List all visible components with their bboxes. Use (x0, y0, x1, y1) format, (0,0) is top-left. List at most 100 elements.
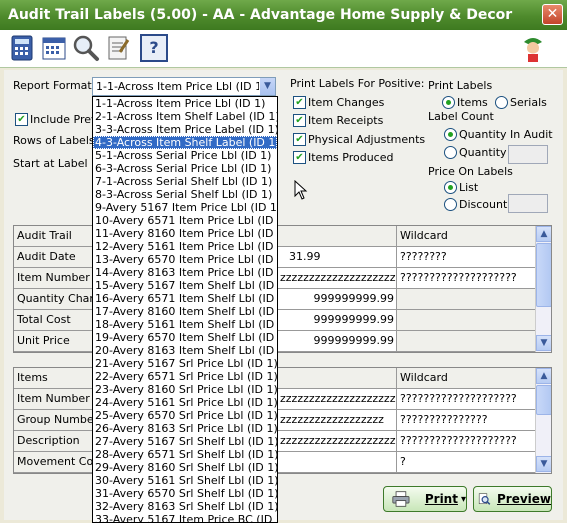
grid-row-name: Item Number (14, 389, 94, 410)
dropdown-option[interactable]: 9-Avery 5167 Item Price Lbl (ID 1) (93, 201, 277, 214)
quantity-radio-label: Quantity (459, 146, 507, 159)
grid-row-name: Quantity Chang (14, 289, 94, 310)
report-format-select[interactable]: 1-1-Across Item Price Lbl (ID 1) ▼ (92, 77, 276, 96)
quantity-radio[interactable] (444, 146, 457, 159)
dropdown-option[interactable]: 33-Avery 5167 Item Price BC (ID 1) (93, 513, 277, 522)
item-receipts-label: Item Receipts (308, 114, 384, 127)
grid-cell-wildcard[interactable]: ???????????????????? (397, 431, 536, 452)
items-radio-label: Items (457, 96, 488, 109)
preview-button[interactable]: Preview (473, 486, 552, 512)
items-radio[interactable] (442, 96, 455, 109)
discount-radio[interactable] (444, 198, 457, 211)
dropdown-option[interactable]: 27-Avery 5167 Srl Shelf Lbl (ID 1) (93, 435, 277, 448)
dropdown-option[interactable]: 16-Avery 6571 Item Shelf Lbl (ID 1) (93, 292, 277, 305)
dropdown-option[interactable]: 21-Avery 5167 Srl Price Lbl (ID 1) (93, 357, 277, 370)
item-changes-checkbox[interactable]: ✔ (293, 96, 306, 109)
dropdown-option[interactable]: 31-Avery 6570 Srl Shelf Lbl (ID 1) (93, 487, 277, 500)
grid-cell-wildcard[interactable]: ? (397, 452, 536, 473)
dropdown-option[interactable]: 22-Avery 6571 Srl Price Lbl (ID 1) (93, 370, 277, 383)
close-button[interactable]: ✕ (542, 4, 563, 25)
dropdown-option[interactable]: 2-1-Across Item Shelf Label (ID 1) (93, 110, 277, 123)
calculator-icon[interactable] (8, 34, 36, 62)
dropdown-option[interactable]: 8-3-Across Serial Shelf Lbl (ID 1) (93, 188, 277, 201)
dropdown-option[interactable]: 11-Avery 8160 Item Price Lbl (ID 1) (93, 227, 277, 240)
print-labels-positive-heading: Print Labels For Positive: (290, 77, 425, 90)
dropdown-option[interactable]: 30-Avery 5161 Srl Shelf Lbl (ID 1) (93, 474, 277, 487)
dropdown-option[interactable]: 23-Avery 8160 Srl Price Lbl (ID 1) (93, 383, 277, 396)
dropdown-option[interactable]: 6-3-Across Serial Price Lbl (ID 1) (93, 162, 277, 175)
grid-row-name: Unit Price (14, 331, 94, 352)
serials-radio[interactable] (495, 96, 508, 109)
dropdown-option[interactable]: 19-Avery 6570 Item Shelf Lbl (ID 1) (93, 331, 277, 344)
audit-grid-scrollbar[interactable]: ▲ ▼ (535, 226, 551, 352)
grid-row-name: Item Number (14, 268, 94, 289)
mouse-cursor-icon (294, 180, 308, 200)
preview-label: Preview (496, 492, 551, 506)
dropdown-option[interactable]: 29-Avery 8160 Srl Shelf Lbl (ID 1) (93, 461, 277, 474)
list-radio[interactable] (444, 181, 457, 194)
mascot-icon (524, 38, 542, 62)
scroll-up-icon[interactable]: ▲ (536, 368, 551, 384)
serials-radio-label: Serials (510, 96, 547, 109)
grid-row-name: Audit Trail (14, 226, 94, 247)
chevron-down-icon[interactable]: ▼ (259, 78, 275, 95)
print-dropdown-icon[interactable]: ▾ (461, 494, 466, 505)
dropdown-option[interactable]: 14-Avery 8163 Item Price Lbl (ID 1) (93, 266, 277, 279)
grid-cell-wildcard[interactable]: ??????????????? (397, 410, 536, 431)
item-receipts-checkbox[interactable]: ✔ (293, 114, 306, 127)
dropdown-option[interactable]: 5-1-Across Serial Price Lbl (ID 1) (93, 149, 277, 162)
grid-cell-wildcard (397, 331, 536, 352)
grid-cell-wildcard[interactable]: ???????????????????? (397, 268, 536, 289)
scroll-down-icon[interactable]: ▼ (536, 456, 551, 472)
physical-adjustments-label: Physical Adjustments (308, 133, 426, 146)
dropdown-option[interactable]: 3-3-Across Item Price Label (ID 1) (93, 123, 277, 136)
dropdown-option[interactable]: 13-Avery 6570 Item Price Lbl (ID 1) (93, 253, 277, 266)
report-format-value: 1-1-Across Item Price Lbl (ID 1) (96, 80, 267, 93)
report-format-dropdown-list[interactable]: 1-1-Across Item Price Lbl (ID 1) 2-1-Acro… (92, 96, 278, 523)
dropdown-option[interactable]: 1-1-Across Item Price Lbl (ID 1) (93, 97, 277, 110)
scroll-thumb[interactable] (536, 243, 551, 307)
scroll-thumb[interactable] (536, 385, 551, 415)
physical-adjustments-checkbox[interactable]: ✔ (293, 133, 306, 146)
dropdown-option[interactable]: 28-Avery 6571 Srl Shelf Lbl (ID 1) (93, 448, 277, 461)
quantity-in-audit-radio[interactable] (444, 128, 457, 141)
dropdown-option[interactable]: 17-Avery 8160 Item Shelf Lbl (ID 1) (93, 305, 277, 318)
title-bar: Audit Trail Labels (5.00) - AA - Advanta… (0, 0, 567, 30)
dropdown-option[interactable]: 12-Avery 5161 Item Price Lbl (ID 1) (93, 240, 277, 253)
dropdown-option[interactable]: 15-Avery 5167 Item Shelf Lbl (ID 1) (93, 279, 277, 292)
dropdown-option[interactable]: 24-Avery 5161 Srl Price Lbl (ID 1) (93, 396, 277, 409)
scroll-down-icon[interactable]: ▼ (536, 335, 551, 351)
dropdown-option[interactable]: 25-Avery 6570 Srl Price Lbl (ID 1) (93, 409, 277, 422)
magnifier-icon[interactable] (72, 34, 100, 62)
quantity-field[interactable] (508, 145, 548, 164)
dropdown-option[interactable]: 4-3-Across Item Shelf Label (ID 1) (93, 136, 277, 149)
scroll-up-icon[interactable]: ▲ (536, 226, 551, 242)
grid-cell-wildcard (397, 310, 536, 331)
grid-row-name: Group Number (14, 410, 94, 431)
dropdown-option[interactable]: 32-Avery 8163 Srl Shelf Lbl (ID 1) (93, 500, 277, 513)
grid-cell-wildcard (397, 289, 536, 310)
grid-cell-wildcard: Wildcard (397, 226, 536, 247)
grid-cell-wildcard[interactable]: ???????? (397, 247, 536, 268)
grid-cell-wildcard[interactable]: ???????????????????? (397, 389, 536, 410)
calendar-icon[interactable] (40, 34, 68, 62)
dropdown-option[interactable]: 7-1-Across Serial Shelf Lbl (ID 1) (93, 175, 277, 188)
rows-of-labels-label: Rows of Labels (13, 134, 95, 147)
report-format-label: Report Format (13, 79, 92, 92)
discount-field[interactable] (508, 194, 548, 213)
print-button[interactable]: Print ▾ (383, 486, 467, 512)
items-produced-checkbox[interactable]: ✔ (293, 151, 306, 164)
include-preview-checkbox[interactable]: ✔ (15, 113, 28, 126)
help-icon[interactable]: ? (140, 34, 168, 62)
dropdown-option[interactable]: 26-Avery 8163 Srl Price Lbl (ID 1) (93, 422, 277, 435)
grid-row-name: Movement Cod (14, 452, 94, 473)
list-radio-label: List (459, 181, 479, 194)
dropdown-option[interactable]: 10-Avery 6571 Item Price Lbl (ID 1) (93, 214, 277, 227)
grid-cell-wildcard: Wildcard (397, 368, 536, 389)
items-grid-scrollbar[interactable]: ▲ ▼ (535, 368, 551, 473)
grid-row-name: Items (14, 368, 94, 389)
dropdown-option[interactable]: 18-Avery 5161 Item Shelf Lbl (ID 1) (93, 318, 277, 331)
preview-icon (478, 493, 491, 505)
dropdown-option[interactable]: 20-Avery 8163 Item Shelf Lbl (ID 1) (93, 344, 277, 357)
checklist-icon[interactable] (104, 34, 132, 62)
